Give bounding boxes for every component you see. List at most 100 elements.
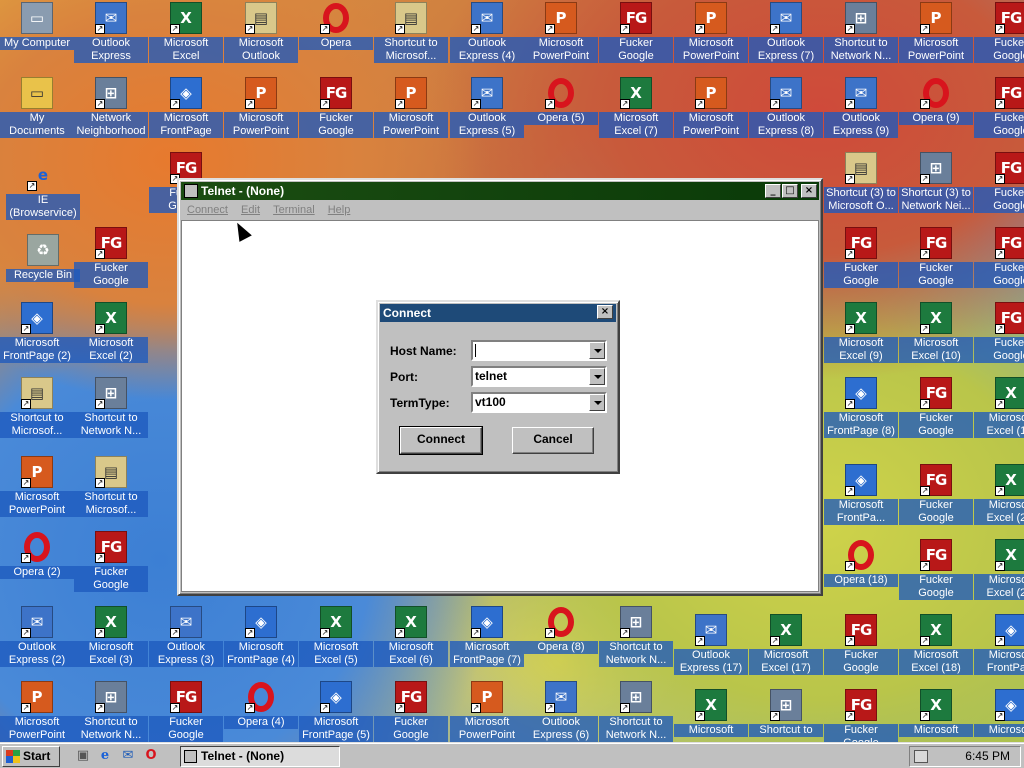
desktop-icon[interactable]: FG↗Fucker Google Antivirus 20... (374, 679, 448, 742)
outlook-icon[interactable]: ✉ (120, 748, 136, 764)
telnet-title-bar[interactable]: Telnet - (None) _ □ × (181, 182, 819, 200)
tray-icon[interactable] (914, 750, 928, 763)
desktop-icon[interactable]: ✉ ↗ Outlook Express (2) (0, 604, 74, 679)
desktop-icon[interactable]: ◈ ↗ Microsoft FrontPage (8) (824, 375, 898, 450)
desktop-icon[interactable]: X ↗ Microsoft Excel (149, 0, 223, 75)
desktop-icon[interactable]: ⊞ ↗ Shortcut to Network N... (74, 375, 148, 450)
desktop-icon[interactable]: FG↗Fucker Google Antivirus 20... (974, 300, 1024, 375)
desktop-icon[interactable]: X↗Microsoft Excel (1... (974, 375, 1024, 450)
menu-connect[interactable]: Connect (187, 204, 228, 216)
cancel-button[interactable]: Cancel (512, 427, 594, 454)
desktop-icon[interactable]: ♻ Recycle Bin (6, 232, 80, 307)
desktop-icon[interactable]: ↗ Opera (2) (0, 529, 74, 604)
desktop-icon[interactable]: ◈↗Microsoft FrontPa... (974, 612, 1024, 687)
desktop-icon[interactable]: ⊞ ↗ Network Neighborhood (74, 75, 148, 150)
desktop-icon[interactable]: FG↗Fucker Google (824, 687, 898, 742)
menu-edit[interactable]: Edit (241, 204, 260, 216)
desktop-icon[interactable]: ▤ ↗ Shortcut to Microsof... (74, 454, 148, 529)
desktop-icon[interactable]: X ↗ Microsoft Excel (5) (299, 604, 373, 679)
desktop-icon[interactable]: ✉ ↗ Outlook Express (9) (824, 75, 898, 150)
desktop-icon[interactable]: ▭ My Computer (0, 0, 74, 75)
desktop-icon[interactable]: ▭ My Documents (0, 75, 74, 150)
opera-icon[interactable]: O (143, 748, 159, 764)
desktop-icon[interactable]: ⊞ ↗ Shortcut to Network N... (599, 679, 673, 742)
desktop-icon[interactable]: FG↗Fucker Google Antivirus 2010 (299, 75, 373, 150)
desktop-icon[interactable]: X ↗ Microsoft (899, 687, 973, 742)
connect-title-bar[interactable]: Connect × (380, 304, 616, 322)
desktop-icon[interactable]: ⊞ ↗ Shortcut to Network N... (824, 0, 898, 75)
desktop-icon[interactable]: X ↗ Microsoft (674, 687, 748, 742)
termtype-combobox[interactable]: vt100 (471, 392, 607, 413)
desktop-icon[interactable]: X↗Microsoft Excel (2... (974, 537, 1024, 612)
desktop-icon[interactable]: X ↗ Microsoft Excel (2) (74, 300, 148, 375)
desktop-icon[interactable]: FG↗Fucker Google Antivirus 20... (974, 225, 1024, 300)
desktop-icon[interactable]: FG↗Fucker Google Antivirus 20... (974, 75, 1024, 150)
desktop-icon[interactable]: FG↗Fucker Google Antivirus 20... (899, 375, 973, 450)
desktop-icon[interactable]: ↗ Opera (8) (524, 604, 598, 679)
desktop-icon[interactable]: X ↗ Microsoft Excel (9) (824, 300, 898, 375)
desktop-icon[interactable]: FG↗Fucker Google Antivirus 20... (74, 529, 148, 604)
desktop-icon[interactable]: FG↗Fucker Google Antivirus 20... (824, 612, 898, 687)
desktop-icon[interactable]: ✉ ↗ Outlook Express (7) (749, 0, 823, 75)
maximize-button[interactable]: □ (782, 184, 798, 198)
close-button[interactable]: × (597, 305, 613, 319)
desktop-icon[interactable]: ↗ Opera (5) (524, 75, 598, 150)
connect-button[interactable]: Connect (399, 426, 483, 455)
desktop-icon[interactable]: FG↗Fucker Google Antivirus 20... (974, 150, 1024, 225)
desktop-icon[interactable]: P↗Microsoft PowerPoint (7) (674, 0, 748, 75)
menu-help[interactable]: Help (328, 204, 351, 216)
desktop-icon[interactable]: X ↗ Microsoft Excel (17) (749, 612, 823, 687)
menu-terminal[interactable]: Terminal (273, 204, 315, 216)
desktop-icon[interactable]: P↗Microsoft PowerPoint (4) (374, 75, 448, 150)
desktop-icon[interactable]: ✉ ↗ Outlook Express (17) (674, 612, 748, 687)
desktop-icon[interactable]: X↗Microsoft Excel (2... (974, 462, 1024, 537)
desktop-icon[interactable]: FG↗Fucker Google Antivirus 20... (899, 537, 973, 612)
desktop-icon[interactable]: ◈↗Microsoft FrontPa... (824, 462, 898, 537)
desktop-icon[interactable]: P↗Microsoft PowerPoint (6) (450, 679, 524, 742)
desktop-icon[interactable]: ✉ ↗ Outlook Express (4) (450, 0, 524, 75)
taskbar-item-telnet[interactable]: Telnet - (None) (180, 746, 340, 767)
desktop-icon[interactable]: P ↗ Microsoft PowerPoint (224, 75, 298, 150)
desktop-icon[interactable]: ✉ ↗ Outlook Express (74, 0, 148, 75)
desktop-icon[interactable]: ◈ ↗ Microsoft FrontPage (7) (450, 604, 524, 679)
desktop-icon[interactable]: P↗Microsoft PowerPoint (2) (0, 454, 74, 529)
desktop-icon[interactable]: X ↗ Microsoft Excel (6) (374, 604, 448, 679)
desktop-icon[interactable]: FG↗Fucker Google Antivirus 20... (824, 225, 898, 300)
port-combobox[interactable]: telnet (471, 366, 607, 387)
desktop-icon[interactable]: ⊞ ↗ Shortcut to (749, 687, 823, 742)
chevron-down-icon[interactable] (589, 394, 605, 411)
desktop-icon[interactable]: ▤ ↗ Shortcut to Microsof... (374, 0, 448, 75)
desktop-icon[interactable]: ✉ ↗ Outlook Express (5) (450, 75, 524, 150)
desktop-icon[interactable]: ↗ Opera (18) (824, 537, 898, 612)
desktop-icon[interactable]: FG↗Fucker Google Antivirus 20... (899, 462, 973, 537)
host-name-combobox[interactable] (471, 340, 607, 361)
desktop-icon[interactable]: FG↗Fucker Google Antivirus 20... (974, 0, 1024, 75)
desktop-icon[interactable]: ↗ Opera (4) (224, 679, 298, 742)
desktop-icon[interactable]: FG↗Fucker Google Antivirus 20... (899, 225, 973, 300)
chevron-down-icon[interactable] (589, 342, 605, 359)
chevron-down-icon[interactable] (589, 368, 605, 385)
desktop-icon[interactable]: FG↗Fucker Google Antivirus 20... (74, 225, 148, 300)
desktop-icon[interactable]: P↗Microsoft PowerPoint (5) (524, 0, 598, 75)
desktop-icon[interactable]: ⊞ ↗ Shortcut (3) to Network Nei... (899, 150, 973, 225)
telnet-app-icon[interactable] (184, 184, 198, 198)
desktop-icon[interactable]: FG↗Fucker Google Antivirus 20... (149, 679, 223, 742)
start-button[interactable]: Start (2, 746, 60, 767)
desktop-icon[interactable]: ▤ ↗ Shortcut (3) to Microsoft O... (824, 150, 898, 225)
desktop-icon[interactable]: ◈↗Microsoft (974, 687, 1024, 742)
desktop-icon[interactable]: ↗ Opera (9) (899, 75, 973, 150)
clock[interactable]: 6:45 PM (965, 747, 1010, 766)
desktop-icon[interactable]: ◈ ↗ Microsoft FrontPage (5) (299, 679, 373, 742)
desktop-icon[interactable]: ✉ ↗ Outlook Express (8) (749, 75, 823, 150)
desktop-icon[interactable]: ⊞ ↗ Shortcut to Network N... (74, 679, 148, 742)
desktop-icon[interactable]: ↗ Opera (299, 0, 373, 75)
desktop-icon[interactable]: ◈ ↗ Microsoft FrontPage (149, 75, 223, 150)
desktop-icon[interactable]: ◈ ↗ Microsoft FrontPage (4) (224, 604, 298, 679)
desktop-icon[interactable]: FG↗Fucker Google Antivirus 20... (599, 0, 673, 75)
desktop-icon[interactable]: P↗Microsoft PowerPoint (8) (674, 75, 748, 150)
minimize-button[interactable]: _ (765, 184, 781, 198)
desktop-icon[interactable]: ✉ ↗ Outlook Express (6) (524, 679, 598, 742)
close-button[interactable]: × (801, 184, 817, 198)
desktop-icon[interactable]: X ↗ Microsoft Excel (10) (899, 300, 973, 375)
desktop-icon[interactable]: X ↗ Microsoft Excel (18) (899, 612, 973, 687)
